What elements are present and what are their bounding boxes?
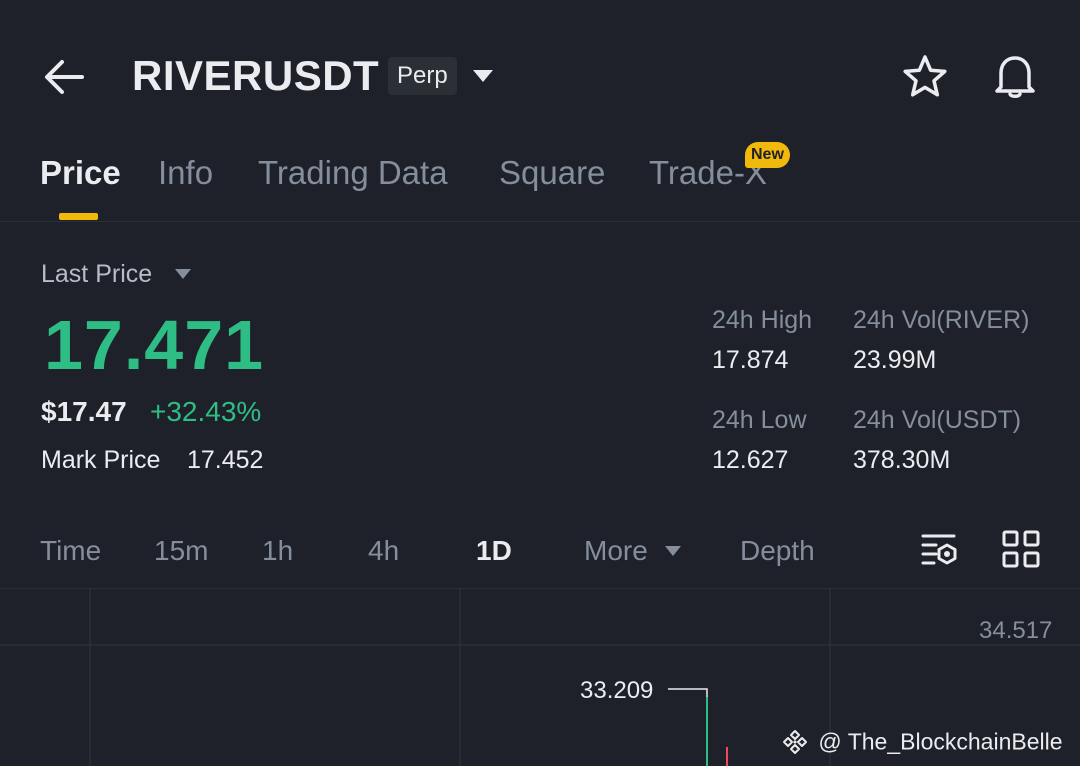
caret-down-icon[interactable] [174, 267, 192, 281]
high-24h-value: 17.874 [712, 346, 789, 374]
tab-square[interactable]: Square [499, 154, 605, 192]
low-24h-value: 12.627 [712, 446, 789, 474]
last-price-selector[interactable]: Last Price [41, 260, 152, 289]
interval-15m[interactable]: 15m [154, 535, 208, 567]
price-axis-max: 34.517 [979, 617, 1053, 644]
back-arrow-icon[interactable] [40, 55, 88, 99]
tab-price[interactable]: Price [40, 154, 121, 192]
vol-base-label: 24h Vol(RIVER) [853, 306, 1030, 334]
interval-depth[interactable]: Depth [740, 535, 815, 567]
active-tab-indicator [59, 213, 98, 220]
market-detail-page: RIVERUSDT Perp Price Info Trading Data S… [0, 0, 1080, 766]
chevron-down-icon[interactable] [470, 66, 496, 86]
last-price-value: 17.471 [44, 306, 265, 384]
contract-type-badge: Perp [388, 57, 457, 95]
vol-quote-label: 24h Vol(USDT) [853, 406, 1022, 434]
vol-base-value: 23.99M [853, 346, 937, 374]
tab-trading-data[interactable]: Trading Data [258, 154, 448, 192]
tab-info[interactable]: Info [158, 154, 213, 192]
binance-logo-icon [783, 729, 807, 754]
mark-price-value: 17.452 [187, 446, 264, 474]
tab-bar: Price Info Trading Data Square Trade-X [0, 140, 1080, 222]
high-price-marker: 33.209 [580, 677, 654, 704]
interval-more[interactable]: More [584, 535, 648, 567]
bell-icon[interactable] [990, 51, 1040, 101]
watermark: @ The_BlockchainBelle [782, 727, 1063, 757]
new-badge: New [745, 142, 790, 168]
watermark-text: @ The_BlockchainBelle [818, 728, 1063, 755]
header: RIVERUSDT Perp [0, 0, 1080, 150]
interval-1h[interactable]: 1h [262, 535, 293, 567]
star-icon[interactable] [900, 53, 950, 101]
interval-time[interactable]: Time [40, 535, 101, 567]
indicator-settings-icon[interactable] [920, 532, 960, 568]
low-24h-label: 24h Low [712, 406, 807, 434]
interval-4h[interactable]: 4h [368, 535, 399, 567]
vol-quote-value: 378.30M [853, 446, 951, 474]
caret-down-icon[interactable] [664, 544, 682, 558]
high-24h-label: 24h High [712, 306, 813, 334]
interval-1d[interactable]: 1D [476, 535, 512, 567]
high-marker-line [668, 688, 708, 766]
symbol-title[interactable]: RIVERUSDT [132, 52, 379, 100]
usd-price: $17.47 [41, 396, 127, 427]
price-change-percent: +32.43% [150, 396, 262, 427]
grid-layout-icon[interactable] [1002, 530, 1040, 568]
mark-price-label: Mark Price [41, 446, 161, 474]
